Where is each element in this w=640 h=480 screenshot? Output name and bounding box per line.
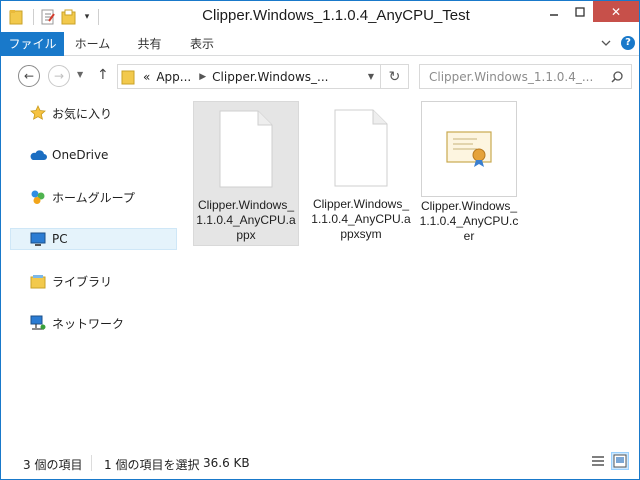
close-button[interactable]: ✕ <box>593 1 639 22</box>
search-input[interactable]: Clipper.Windows_1.1.0.4_... <box>419 64 632 89</box>
large-icons-view-button[interactable] <box>611 452 629 470</box>
forward-button[interactable]: → <box>48 65 70 87</box>
sidebar-item-label: PC <box>52 232 68 246</box>
ribbon-controls: ? <box>599 36 635 50</box>
certificate-icon <box>421 101 517 197</box>
sidebar-item-onedrive[interactable]: OneDrive <box>10 144 177 166</box>
sidebar-item-label: ネットワーク <box>52 316 125 331</box>
tab-share[interactable]: 共有 <box>121 32 178 56</box>
sidebar-item-favorites[interactable]: お気に入り <box>10 102 177 124</box>
network-icon <box>27 314 49 332</box>
file-name: Clipper.Windows_1.1.0.4_AnyCPU.cer <box>419 199 519 243</box>
window-title: Clipper.Windows_1.1.0.4_AnyCPU_Test <box>202 7 470 24</box>
file-item[interactable]: Clipper.Windows_1.1.0.4_AnyCPU.appxsym <box>308 101 414 246</box>
sidebar-item-homegroup[interactable]: ホームグループ <box>10 186 177 208</box>
toolbar-divider <box>98 9 99 25</box>
navigation-pane: お気に入り OneDrive ホームグループ PC ライブラリ ネットワーク <box>1 94 179 447</box>
explorer-window: ▾ Clipper.Windows_1.1.0.4_AnyCPU_Test ✕ … <box>0 0 640 480</box>
details-view-icon <box>592 456 604 466</box>
arrow-right-icon: → <box>53 69 65 83</box>
tab-file[interactable]: ファイル <box>1 32 64 56</box>
sidebar-item-pc[interactable]: PC <box>10 228 177 250</box>
sidebar-item-label: ライブラリ <box>52 274 113 289</box>
search-placeholder: Clipper.Windows_1.1.0.4_... <box>429 69 594 84</box>
sidebar-item-label: OneDrive <box>52 148 109 162</box>
ribbon-tabs: ファイル ホーム 共有 表示 ? <box>1 32 639 56</box>
properties-icon[interactable] <box>39 8 57 26</box>
blank-file-icon <box>199 102 293 196</box>
star-icon <box>27 104 49 122</box>
sidebar-item-label: ホームグループ <box>52 190 135 205</box>
new-folder-icon[interactable] <box>60 8 78 26</box>
homegroup-icon <box>27 188 49 206</box>
breadcrumb-item[interactable]: App... <box>156 70 191 84</box>
maximize-icon <box>575 6 585 17</box>
file-item[interactable]: Clipper.Windows_1.1.0.4_AnyCPU.cer <box>416 101 522 246</box>
sidebar-item-network[interactable]: ネットワーク <box>10 312 177 334</box>
minimize-icon <box>550 13 558 16</box>
customize-dropdown-icon[interactable]: ▾ <box>81 12 93 22</box>
refresh-button[interactable]: ↻ <box>381 64 409 89</box>
up-button[interactable]: ↑ <box>97 67 109 83</box>
expand-ribbon-icon[interactable] <box>599 36 613 50</box>
file-item[interactable]: Clipper.Windows_1.1.0.4_AnyCPU.appx <box>193 101 299 246</box>
breadcrumb-overflow[interactable]: « <box>143 70 150 84</box>
address-bar[interactable]: « App... ▶ Clipper.Windows_... ▼ <box>117 64 381 89</box>
library-icon <box>27 272 49 290</box>
folder-icon[interactable] <box>7 8 25 26</box>
folder-icon <box>121 69 137 85</box>
address-row: ← → ▼ ↑ « App... ▶ Clipper.Windows_... ▼… <box>1 56 639 94</box>
cloud-icon <box>27 146 49 164</box>
selection-size: 36.6 KB <box>203 456 250 470</box>
file-name: Clipper.Windows_1.1.0.4_AnyCPU.appx <box>196 198 296 242</box>
tab-view[interactable]: 表示 <box>178 32 226 56</box>
large-icons-view-icon <box>613 454 627 468</box>
search-icon <box>611 71 623 83</box>
minimize-button[interactable] <box>541 1 567 22</box>
recent-locations-dropdown[interactable]: ▼ <box>77 70 83 79</box>
window-controls: ✕ <box>541 1 639 22</box>
help-icon[interactable]: ? <box>621 36 635 50</box>
sidebar-item-label: お気に入り <box>52 106 113 121</box>
sidebar-item-libraries[interactable]: ライブラリ <box>10 270 177 292</box>
blank-file-icon <box>314 101 408 195</box>
back-button[interactable]: ← <box>18 65 40 87</box>
chevron-down-icon[interactable]: ▼ <box>368 72 374 81</box>
arrow-up-icon: ↑ <box>97 67 109 83</box>
computer-icon <box>27 230 49 248</box>
details-view-button[interactable] <box>589 452 607 470</box>
view-switcher <box>589 452 629 470</box>
title-bar: ▾ Clipper.Windows_1.1.0.4_AnyCPU_Test ✕ <box>1 1 639 32</box>
file-list: Clipper.Windows_1.1.0.4_AnyCPU.appx Clip… <box>179 94 639 447</box>
tab-home[interactable]: ホーム <box>64 32 121 56</box>
quick-access-toolbar: ▾ <box>7 7 104 27</box>
status-divider <box>91 455 92 471</box>
toolbar-divider <box>33 9 34 25</box>
file-name: Clipper.Windows_1.1.0.4_AnyCPU.appxsym <box>311 197 411 241</box>
close-icon: ✕ <box>610 4 622 19</box>
arrow-left-icon: ← <box>23 69 35 83</box>
status-bar: 3 個の項目 1 個の項目を選択 36.6 KB <box>1 447 639 479</box>
maximize-button[interactable] <box>567 1 593 22</box>
chevron-right-icon[interactable]: ▶ <box>199 72 206 82</box>
item-count: 3 個の項目 <box>23 458 83 472</box>
selection-count: 1 個の項目を選択 <box>104 458 200 472</box>
refresh-icon: ↻ <box>388 68 401 85</box>
breadcrumb-item[interactable]: Clipper.Windows_... <box>212 70 328 84</box>
